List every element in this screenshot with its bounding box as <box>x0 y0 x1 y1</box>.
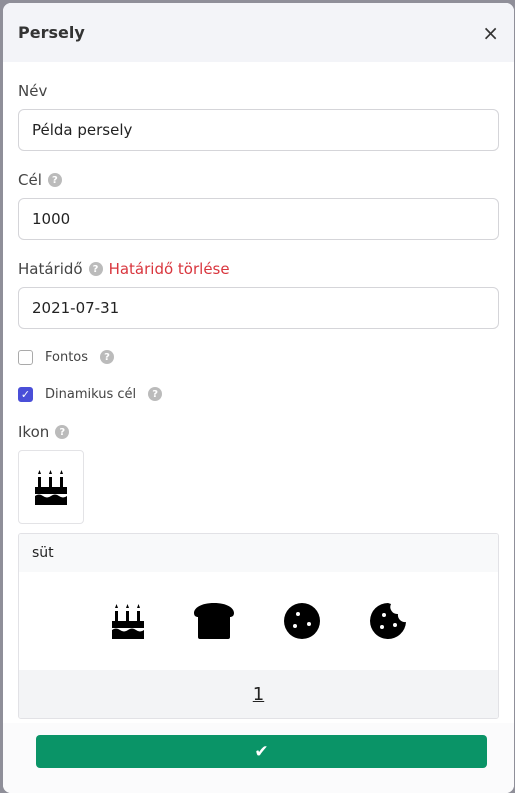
dynamic-goal-label: Dinamikus cél <box>45 386 137 402</box>
cookie-bite-icon[interactable] <box>369 602 407 640</box>
icon-label: Ikon? <box>18 422 499 442</box>
piggy-bank-modal: Persely × Név Példa persely Cél? 1000 Ha… <box>3 3 514 793</box>
help-icon[interactable]: ? <box>100 350 115 364</box>
goal-label: Cél? <box>18 170 499 190</box>
submit-button[interactable]: ✔ <box>36 735 487 768</box>
help-icon[interactable]: ? <box>47 173 62 187</box>
help-icon[interactable]: ? <box>148 387 163 401</box>
important-checkbox[interactable]: Fontos? <box>18 348 499 366</box>
modal-title: Persely <box>18 23 85 42</box>
important-label: Fontos <box>45 349 89 365</box>
icon-results <box>19 572 498 670</box>
help-icon[interactable]: ? <box>55 425 70 439</box>
name-input[interactable]: Példa persely <box>18 109 499 151</box>
dynamic-goal-checkbox[interactable]: ✓ Dinamikus cél? <box>18 385 499 403</box>
name-label-text: Név <box>18 82 48 100</box>
birthday-cake-icon <box>35 470 67 505</box>
icon-search-input[interactable]: süt <box>19 534 498 572</box>
checkbox-unchecked[interactable] <box>18 349 33 365</box>
selected-icon[interactable] <box>18 450 84 524</box>
help-icon[interactable]: ? <box>88 262 103 276</box>
page-1-link[interactable]: 1 <box>253 684 264 705</box>
check-icon: ✔ <box>254 741 269 762</box>
deadline-label: Határidő? Határidő törlése <box>18 259 499 279</box>
close-icon[interactable]: × <box>482 21 499 45</box>
clear-deadline-link[interactable]: Határidő törlése <box>109 260 230 278</box>
pagination: 1 <box>19 670 498 718</box>
deadline-input[interactable]: 2021-07-31 <box>18 287 499 329</box>
goal-label-text: Cél <box>18 171 42 189</box>
name-label: Név <box>18 81 499 101</box>
checkbox-checked[interactable]: ✓ <box>18 386 33 402</box>
birthday-cake-icon[interactable] <box>111 603 145 639</box>
icon-picker: süt 1 <box>18 533 499 719</box>
cookie-icon[interactable] <box>283 602 321 640</box>
goal-input[interactable]: 1000 <box>18 198 499 240</box>
modal-header: Persely × <box>3 3 514 62</box>
deadline-label-text: Határidő <box>18 260 83 278</box>
bread-slice-icon[interactable] <box>193 602 235 640</box>
icon-label-text: Ikon <box>18 423 50 441</box>
